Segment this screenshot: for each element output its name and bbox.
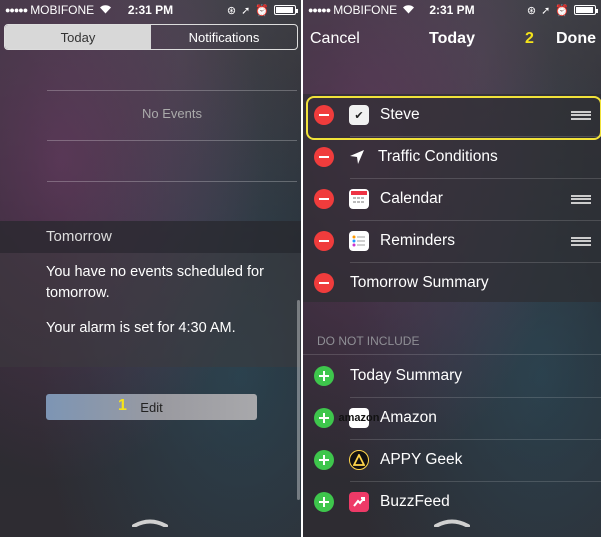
widget-label: BuzzFeed	[380, 493, 450, 510]
steve-highlight-outline	[306, 96, 601, 140]
cancel-button[interactable]: Cancel	[310, 30, 360, 48]
status-bar: ●●●●● MOBIFONE 2:31 PM ⊛ ➚ ⏰	[0, 0, 301, 20]
wifi-icon	[99, 3, 112, 17]
widget-label: Traffic Conditions	[378, 148, 498, 165]
carrier-name: MOBIFONE	[333, 3, 398, 17]
location-arrow-icon	[347, 147, 367, 167]
add-icon[interactable]	[314, 408, 334, 428]
grabber-handle-icon[interactable]	[434, 519, 470, 527]
list-item-calendar[interactable]: Calendar	[303, 178, 601, 220]
calendar-app-icon	[349, 189, 369, 209]
amazon-app-icon: amazon	[339, 408, 379, 428]
remove-icon[interactable]	[314, 147, 334, 167]
tab-today[interactable]: Today	[5, 25, 151, 49]
appy-geek-app-icon	[349, 450, 369, 470]
remove-icon[interactable]	[314, 273, 334, 293]
list-item-amazon[interactable]: amazon Amazon	[303, 397, 601, 439]
list-item-tomorrow-summary[interactable]: Tomorrow Summary	[303, 262, 601, 304]
today-view-screen: ●●●●● MOBIFONE 2:31 PM ⊛ ➚ ⏰ Today Notif…	[0, 0, 301, 537]
location-icon: ➚	[541, 4, 551, 17]
reorder-handle-icon[interactable]	[571, 236, 591, 246]
widget-label: Amazon	[380, 409, 437, 426]
scrollbar[interactable]	[297, 300, 300, 500]
clock-time: 2:31 PM	[429, 3, 475, 17]
rotation-lock-icon: ⊛	[526, 4, 537, 17]
today-notifications-segmented-control: Today Notifications	[4, 24, 298, 50]
step-badge-1: 1	[118, 397, 127, 414]
list-item-appy-geek[interactable]: APPY Geek	[303, 439, 601, 481]
remove-icon[interactable]	[314, 189, 334, 209]
battery-icon	[274, 5, 298, 15]
location-icon: ➚	[241, 4, 251, 17]
status-bar: ●●●●● MOBIFONE 2:31 PM ⊛ ➚ ⏰	[303, 0, 601, 20]
battery-icon	[574, 5, 598, 15]
tomorrow-title: Tomorrow	[46, 228, 112, 245]
widget-label: Today Summary	[350, 367, 462, 384]
tab-notifications[interactable]: Notifications	[151, 25, 297, 49]
grabber-handle-icon[interactable]	[132, 519, 168, 527]
no-events-text: No Events	[142, 106, 202, 121]
alarm-icon: ⏰	[555, 4, 569, 17]
list-item-today-summary[interactable]: Today Summary	[303, 355, 601, 397]
carrier-name: MOBIFONE	[30, 3, 95, 17]
page-title: Today	[429, 30, 475, 47]
remove-icon[interactable]	[314, 231, 334, 251]
reorder-handle-icon[interactable]	[571, 194, 591, 204]
done-button[interactable]: Done	[556, 30, 596, 48]
edit-today-screen: ●●●●● MOBIFONE 2:31 PM ⊛ ➚ ⏰ Cancel Toda…	[303, 0, 601, 537]
do-not-include-header: DO NOT INCLUDE	[317, 334, 420, 348]
buzzfeed-app-icon	[349, 492, 369, 512]
signal-strength-icon: ●●●●●	[308, 5, 331, 15]
calendar-widget: No Events	[47, 90, 297, 182]
list-item-reminders[interactable]: Reminders	[303, 220, 601, 262]
signal-strength-icon: ●●●●●	[5, 5, 28, 15]
widget-label: Reminders	[380, 232, 455, 249]
widget-label: APPY Geek	[380, 451, 463, 468]
reminders-app-icon	[349, 231, 369, 251]
alarm-icon: ⏰	[255, 4, 269, 17]
clock-time: 2:31 PM	[127, 3, 174, 17]
wifi-icon	[402, 3, 415, 17]
add-icon[interactable]	[314, 450, 334, 470]
tomorrow-summary-widget: You have no events scheduled for tomorro…	[0, 253, 301, 367]
rotation-lock-icon: ⊛	[226, 4, 237, 17]
alarm-text: Your alarm is set for 4:30 AM.	[46, 320, 236, 336]
add-icon[interactable]	[314, 366, 334, 386]
list-item-traffic-conditions[interactable]: Traffic Conditions	[303, 136, 601, 178]
widget-label: Tomorrow Summary	[350, 274, 489, 291]
list-item-buzzfeed[interactable]: BuzzFeed	[303, 481, 601, 523]
edit-button[interactable]: Edit	[46, 394, 257, 420]
tomorrow-events-text: You have no events scheduled for tomorro…	[46, 264, 264, 301]
tomorrow-header: Tomorrow	[0, 221, 301, 253]
add-icon[interactable]	[314, 492, 334, 512]
widget-label: Calendar	[380, 190, 443, 207]
divider	[47, 140, 297, 141]
edit-nav-bar: Cancel Today Done	[303, 26, 601, 52]
step-badge-2: 2	[525, 30, 534, 47]
